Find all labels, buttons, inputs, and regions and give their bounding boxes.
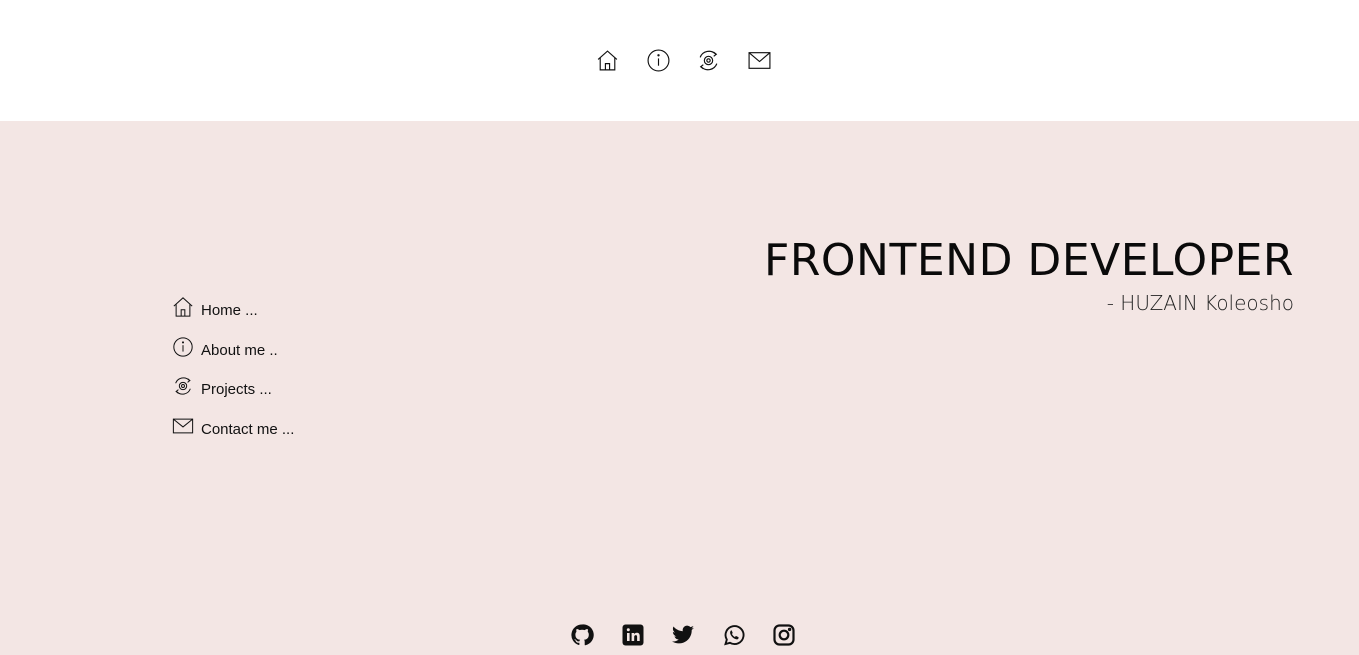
side-nav-label: About me .. <box>201 341 278 359</box>
info-icon <box>647 49 669 72</box>
hero-title: FRONTEND DEVELOPER <box>764 235 1294 286</box>
linkedin-link[interactable] <box>621 623 645 647</box>
home-icon <box>172 296 194 318</box>
side-nav: Home ... About me .. Projects ... Contac… <box>172 294 294 452</box>
side-nav-label: Projects ... <box>201 381 272 398</box>
top-bar <box>0 0 1359 121</box>
top-nav-about[interactable] <box>646 48 671 73</box>
top-nav-projects[interactable] <box>696 48 721 73</box>
twitter-link[interactable] <box>671 623 695 647</box>
whatsapp-icon <box>723 625 744 646</box>
instagram-link[interactable] <box>772 623 796 647</box>
side-nav-item-projects[interactable]: Projects ... <box>172 373 294 397</box>
github-link[interactable] <box>570 623 594 647</box>
whatsapp-link[interactable] <box>722 623 746 647</box>
side-nav-label: Home ... <box>201 302 258 319</box>
side-nav-label: Contact me ... <box>201 420 295 438</box>
top-nav-home[interactable] <box>595 48 620 73</box>
github-icon <box>571 624 594 646</box>
twitter-icon <box>672 625 694 644</box>
side-nav-item-home[interactable]: Home ... <box>172 294 294 318</box>
linkedin-icon <box>622 624 643 646</box>
mail-icon <box>748 52 770 69</box>
social-links <box>570 623 796 647</box>
side-nav-item-about[interactable]: About me .. <box>172 334 294 358</box>
hero-section: Home ... About me .. Projects ... Contac… <box>0 121 1359 655</box>
top-nav-contact[interactable] <box>747 48 772 73</box>
mail-icon <box>172 415 194 437</box>
side-nav-item-contact[interactable]: Contact me ... <box>172 413 294 437</box>
gear-icon <box>699 50 718 71</box>
info-icon <box>172 336 194 358</box>
gear-icon <box>172 375 194 397</box>
instagram-icon <box>773 624 795 646</box>
home-icon <box>597 50 618 71</box>
top-nav <box>595 48 772 73</box>
hero-subtitle: - HUZAIN Koleosho <box>1106 291 1294 315</box>
